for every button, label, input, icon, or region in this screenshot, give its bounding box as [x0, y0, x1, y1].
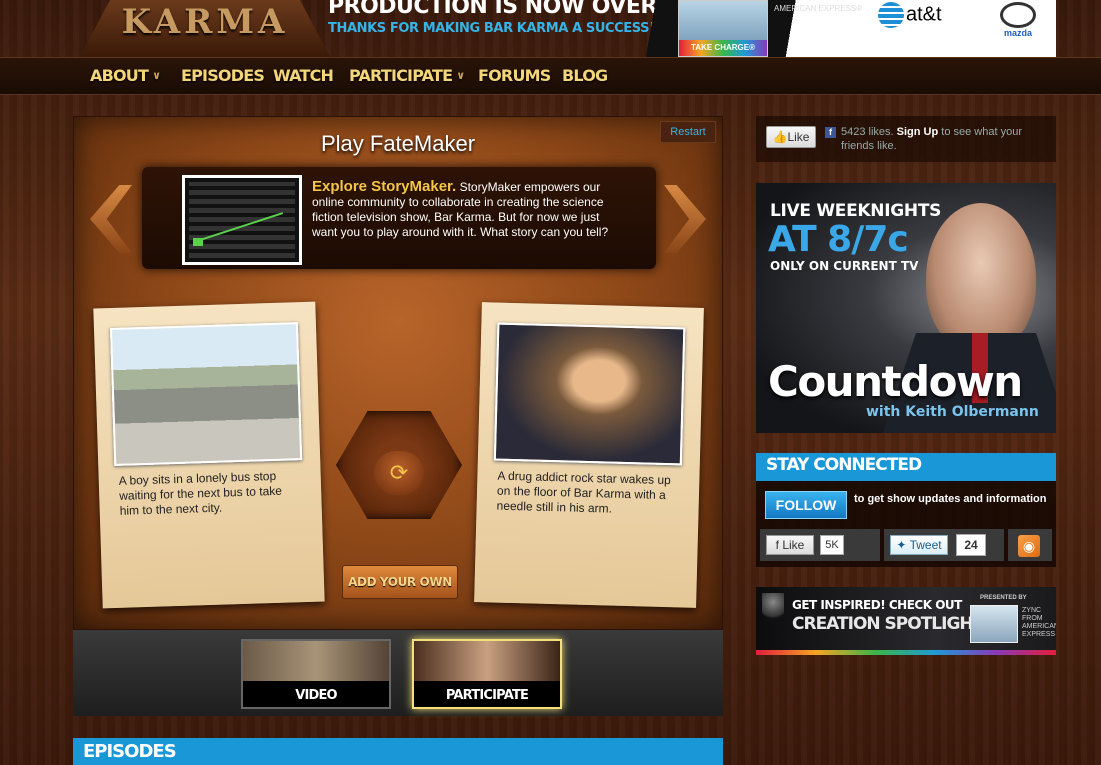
- facebook-icon: f: [825, 127, 836, 138]
- nav-episodes[interactable]: EPISODES: [181, 66, 265, 85]
- stay-connected-box: FOLLOW to get show updates and informati…: [756, 481, 1056, 567]
- follow-text: to get show updates and information: [854, 493, 1047, 505]
- story-card-right[interactable]: A drug addict rock star wakes up on the …: [474, 302, 704, 608]
- video-tile-label: VIDEO: [295, 688, 337, 703]
- nav-participate[interactable]: PARTICIPATE ∨: [349, 66, 465, 85]
- fb-likes-count: 5423 likes.: [841, 126, 894, 138]
- facebook-like-count: 5K: [820, 535, 844, 555]
- storymaker-thumbnail[interactable]: [182, 175, 302, 265]
- fb-like-text: 5423 likes. Sign Up to see what your fri…: [841, 125, 1051, 153]
- mazda-emblem-icon: [1000, 2, 1036, 28]
- fb-like-label: Like: [787, 130, 810, 144]
- facebook-like-small-button[interactable]: f Like: [766, 535, 814, 555]
- site-logo[interactable]: KARMA: [80, 0, 330, 57]
- facebook-like-button[interactable]: 👍Like: [766, 126, 816, 148]
- att-logo[interactable]: at&t: [878, 2, 942, 28]
- presented-by-label: PRESENTED BY: [980, 595, 1027, 601]
- amex-label: AMERICAN EXPRESS®: [774, 4, 863, 13]
- fb-signup-link[interactable]: Sign Up: [897, 126, 939, 138]
- ad-line3: ONLY ON CURRENT TV: [770, 259, 919, 273]
- nav-blog-label: BLOG: [562, 66, 608, 85]
- tweet-count: 24: [956, 534, 986, 556]
- media-tray: VIDEO PARTICIPATE: [73, 630, 723, 716]
- nav-watch-label: WATCH: [273, 66, 334, 85]
- att-label: at&t: [906, 3, 942, 26]
- rock-star-image: [493, 322, 686, 466]
- participate-thumbnail: [414, 641, 560, 681]
- creation-spotlight-ad[interactable]: GET INSPIRED! CHECK OUT CREATION SPOTLIG…: [756, 587, 1056, 655]
- thumbnail-grid: [189, 182, 295, 258]
- rss-icon[interactable]: ◉: [1018, 535, 1040, 557]
- episodes-heading: EPISODES: [83, 741, 177, 762]
- video-thumbnail: [243, 641, 389, 681]
- refresh-icon[interactable]: ⟳: [374, 451, 424, 495]
- story-card-left[interactable]: A boy sits in a lonely bus stop waiting …: [93, 301, 325, 609]
- nav-forums[interactable]: FORUMS: [478, 66, 551, 85]
- ad-line1: LIVE WEEKNIGHTS: [770, 201, 942, 221]
- mazda-logo[interactable]: mazda: [996, 2, 1040, 38]
- nav-episodes-label: EPISODES: [181, 66, 265, 85]
- nav-about-label: ABOUT: [90, 66, 149, 85]
- amex-tagline: TAKE CHARGE®: [679, 40, 767, 56]
- participate-tile-label: PARTICIPATE: [445, 688, 529, 703]
- nav-about[interactable]: ABOUT ∨: [90, 66, 161, 85]
- next-arrow-icon[interactable]: [664, 185, 706, 253]
- previous-arrow-icon[interactable]: [90, 185, 132, 253]
- ad-show-title: Countdown: [768, 357, 1023, 406]
- tweet-label: Tweet: [909, 538, 942, 552]
- card-right-text: A drug addict rock star wakes up on the …: [496, 468, 671, 516]
- intro-heading[interactable]: Explore StoryMaker.: [312, 178, 456, 195]
- color-stripe: [756, 650, 1056, 655]
- twitter-bird-icon: ✦: [896, 538, 910, 552]
- top-banner: KARMA PRODUCTION IS NOW OVER THANKS FOR …: [0, 0, 1101, 57]
- intro-text: Explore StoryMaker. StoryMaker empowers …: [312, 179, 616, 240]
- restart-button[interactable]: Restart: [660, 121, 716, 143]
- ad-line2: AT 8/7c: [768, 219, 909, 260]
- stay-connected-heading: STAY CONNECTED: [766, 455, 922, 475]
- spotlight-line2: CREATION SPOTLIGHT: [792, 614, 984, 634]
- rss-cell: ◉: [1008, 529, 1052, 561]
- thumbnail-start-node: [193, 238, 203, 246]
- tweet-cell: ✦ Tweet 24: [884, 529, 1004, 561]
- nav-watch[interactable]: WATCH: [273, 66, 334, 85]
- nav-participate-label: PARTICIPATE: [349, 66, 453, 85]
- main-nav: ABOUT ∨ EPISODES WATCH PARTICIPATE ∨ FORUM…: [0, 57, 1101, 95]
- participate-tile[interactable]: PARTICIPATE: [412, 639, 562, 709]
- countdown-ad[interactable]: LIVE WEEKNIGHTS AT 8/7c ONLY ON CURRENT …: [756, 183, 1056, 433]
- spotlight-lamp-icon: [762, 593, 784, 623]
- spotlight-line1: GET INSPIRED! CHECK OUT: [792, 598, 962, 612]
- logo-text: KARMA: [121, 2, 289, 42]
- mini-like-label: Like: [782, 538, 805, 552]
- facebook-like-cell: f Like 5K: [760, 529, 880, 561]
- amex-card-logo[interactable]: TAKE CHARGE®: [678, 0, 768, 57]
- panel-title: Play FateMaker: [320, 131, 476, 156]
- fatemaker-panel: Play FateMaker Restart Explore StoryMake…: [73, 116, 723, 630]
- chevron-down-icon: ∨: [152, 69, 161, 82]
- nav-blog[interactable]: BLOG: [562, 66, 608, 85]
- ad-host: with Keith Olbermann: [866, 404, 1039, 420]
- amex-card-logo: [970, 605, 1018, 643]
- mazda-label: mazda: [1003, 28, 1032, 38]
- follow-button[interactable]: FOLLOW: [765, 491, 847, 519]
- episodes-heading-bar: EPISODES: [73, 738, 723, 765]
- nav-forums-label: FORUMS: [478, 66, 551, 85]
- bus-stop-image: [109, 322, 303, 466]
- add-your-own-button[interactable]: ADD YOUR OWN: [342, 565, 458, 599]
- host-portrait: [926, 203, 1036, 353]
- facebook-like-box: 👍Like f 5423 likes. Sign Up to see what …: [756, 116, 1056, 162]
- video-tile[interactable]: VIDEO: [241, 639, 391, 709]
- storymaker-intro: Explore StoryMaker. StoryMaker empowers …: [142, 167, 656, 269]
- chevron-down-icon: ∨: [456, 69, 465, 82]
- card-left-text: A boy sits in a lonely bus stop waiting …: [118, 468, 283, 518]
- stay-connected-heading-bar: STAY CONNECTED: [756, 453, 1056, 481]
- att-globe-icon: [878, 2, 904, 28]
- tweet-button[interactable]: ✦ Tweet: [890, 535, 948, 555]
- zync-label: ZYNC FROM AMERICAN EXPRESS: [1022, 607, 1056, 638]
